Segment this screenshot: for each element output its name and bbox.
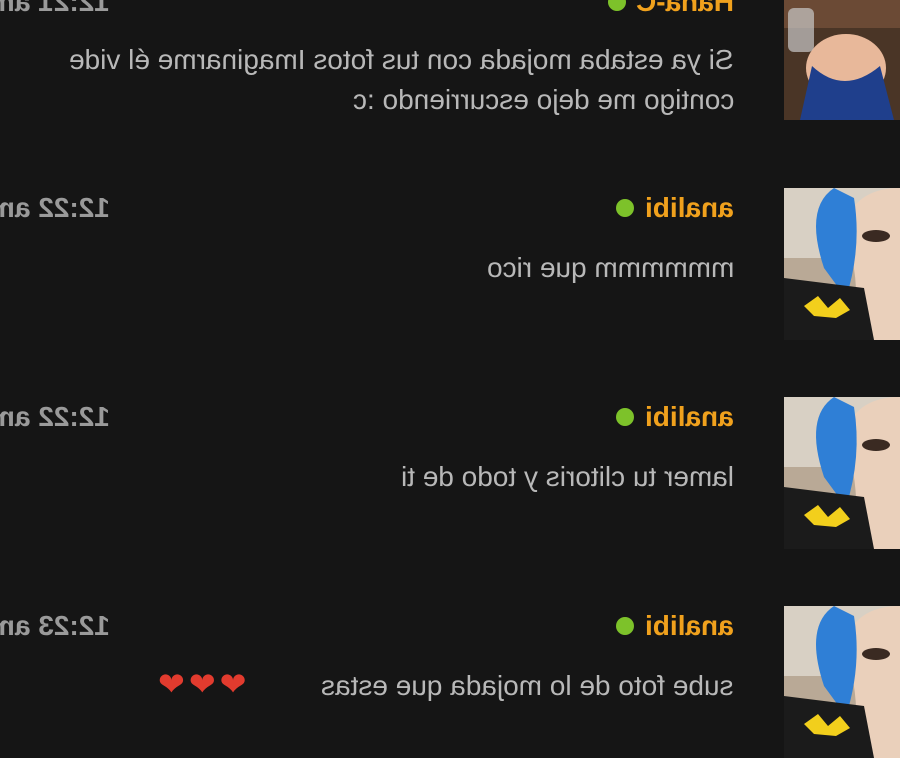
message-time: 12:23 am [0, 610, 110, 641]
user-photo-image [784, 0, 900, 120]
user-photo-image [784, 606, 900, 758]
message-text: Si ya estaba mojada con tus fotos Imagin… [0, 40, 734, 124]
message-text-body: sube foto de lo mojada que estas [321, 670, 734, 701]
message-row-2: analibi 12:22 am mmmmmm que rico [0, 188, 900, 348]
user-photo-image [784, 188, 900, 340]
avatar[interactable] [784, 397, 900, 549]
heart-icon: ❤ [219, 666, 251, 702]
online-status-dot [616, 617, 634, 635]
user-photo-image [784, 397, 900, 549]
message-text: sube foto de lo mojada que estas [321, 666, 734, 706]
username[interactable]: analibi [645, 397, 734, 437]
username[interactable]: analibi [645, 606, 734, 646]
username[interactable]: Hana-C [636, 0, 734, 22]
online-status-dot [616, 408, 634, 426]
heart-icon: ❤ [158, 666, 189, 702]
message-text-line-2: contigo me dejo escurriendo :c [352, 84, 734, 115]
online-status-dot [608, 0, 626, 11]
avatar[interactable] [784, 188, 900, 340]
message-time: 12:21 am [0, 0, 110, 17]
message-text-line-1: Si ya estaba mojada con tus fotos Imagin… [69, 44, 734, 75]
heart-icon: ❤ [188, 666, 220, 702]
online-status-dot [616, 199, 634, 217]
message-time: 12:22 am [0, 401, 110, 432]
message-text: mmmmmm que rico [486, 252, 734, 283]
message-row-4: analibi 12:23 am sube foto de lo mojada … [0, 606, 900, 758]
hearts-emoji: ❤❤❤ [158, 664, 250, 704]
avatar[interactable] [784, 606, 900, 758]
message-row-1: Hana-C 12:21 am Si ya estaba mojada con … [0, 0, 900, 132]
avatar[interactable] [784, 0, 900, 120]
message-text: lamer tu clitoris y todo de ti [400, 461, 734, 492]
message-time: 12:22 am [0, 192, 110, 223]
message-row-3: analibi 12:22 am lamer tu clitoris y tod… [0, 397, 900, 557]
username[interactable]: analibi [645, 188, 734, 228]
